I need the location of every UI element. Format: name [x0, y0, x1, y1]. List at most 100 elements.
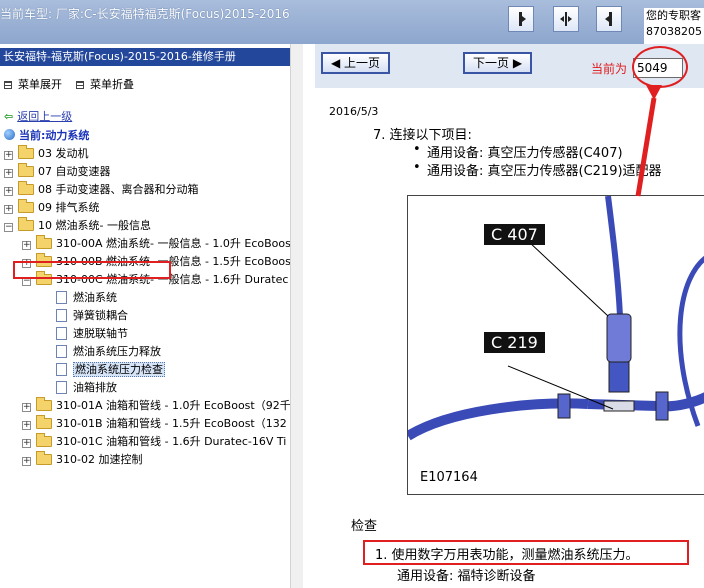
highlight-annotation [13, 261, 171, 279]
folder-icon [18, 163, 34, 177]
tree-item-label: 310-01C 油箱和管线 - 1.6升 Duratec-16V Ti [56, 435, 287, 448]
sensor-diagram-figure: C 407 C 219 E107164 [407, 195, 704, 495]
highlight-circle-annotation [632, 46, 688, 88]
contact-info: 您的专职客 87038205 [644, 8, 704, 44]
tree-item-label: 08 手动变速器、离合器和分动箱 [38, 183, 199, 196]
expand-plus-icon[interactable]: + [4, 187, 13, 196]
figure-id: E107164 [420, 470, 478, 485]
folder-icon [36, 451, 52, 465]
arrow-right-icon [519, 12, 526, 26]
document-icon [56, 363, 67, 376]
manual-title: 长安福特-福克斯(Focus)-2015-2016-维修手册 [0, 48, 292, 66]
split-arrows-icon [560, 12, 572, 26]
menu-collapse-button[interactable]: 菜单折叠 [76, 76, 134, 92]
back-link[interactable]: ⇦ 返回上一级 [4, 108, 72, 124]
menu-collapse-label: 菜单折叠 [90, 78, 134, 91]
list-icon [4, 81, 12, 89]
tree-item-manual-trans[interactable]: +08 手动变速器、离合器和分动箱 [4, 181, 199, 199]
prev-page-button[interactable]: ◀ 上一页 [321, 52, 391, 74]
folder-icon [36, 415, 52, 429]
tree-doc-fuel-system[interactable]: 燃油系统 [56, 289, 117, 307]
tree-item-fuel-system[interactable]: − 10 燃油系统- 一般信息 [4, 217, 151, 235]
next-page-button[interactable]: 下一页 ▶ [463, 52, 533, 74]
expand-plus-icon[interactable]: + [4, 169, 13, 178]
show-left-pane-button[interactable] [596, 6, 622, 32]
document-icon [56, 291, 67, 304]
contact-line-2: 87038205 [646, 25, 702, 38]
tree-doc-tank-drain[interactable]: 油箱排放 [56, 379, 117, 397]
tree-item-label: 燃油系统压力检查 [73, 362, 165, 377]
vacuum-sensor-illustration [408, 196, 704, 441]
right-triangle-icon: ▶ [509, 56, 523, 70]
arrow-left-icon [605, 12, 612, 26]
tree-item-310-01c[interactable]: +310-01C 油箱和管线 - 1.6升 Duratec-16V Ti [22, 433, 286, 451]
globe-icon [4, 129, 15, 140]
tree-item-label: 弹簧锁耦合 [73, 309, 128, 322]
expand-plus-icon[interactable]: + [4, 205, 13, 214]
tree-item-label: 10 燃油系统- 一般信息 [38, 219, 151, 232]
show-right-pane-button[interactable] [508, 6, 534, 32]
document-icon [56, 345, 67, 358]
tree-doc-quick-connect[interactable]: 速脱联轴节 [56, 325, 128, 343]
tree-item-exhaust[interactable]: +09 排气系统 [4, 199, 100, 217]
tree-item-label: 09 排气系统 [38, 201, 100, 214]
document-icon [56, 381, 67, 394]
prev-page-label: 上一页 [344, 56, 381, 70]
current-vehicle-title: 当前车型: 厂家:C-长安福特福克斯(Focus)2015-2016 [0, 7, 290, 21]
tree-item-auto-trans[interactable]: +07 自动变速器 [4, 163, 111, 181]
expand-plus-icon[interactable]: + [22, 421, 31, 430]
folder-icon [18, 145, 34, 159]
tree-item-label: 燃油系统压力释放 [73, 345, 161, 358]
document-pane: ◀ 上一页 下一页 ▶ 当前为 2016/5/3 7. 连接以下项目: 通用设备… [315, 44, 704, 588]
expand-plus-icon[interactable]: + [22, 439, 31, 448]
left-scrollbar[interactable] [290, 44, 303, 588]
expand-plus-icon[interactable]: + [22, 241, 31, 250]
folder-icon [18, 199, 34, 213]
tree-item-label: 速脱联轴节 [73, 327, 128, 340]
callout-c407: C 407 [484, 224, 545, 245]
split-view-button[interactable] [553, 6, 579, 32]
collapse-minus-icon[interactable]: − [4, 223, 13, 232]
tree-item-310-01b[interactable]: +310-01B 油箱和管线 - 1.5升 EcoBoost（132 [22, 415, 287, 433]
check-heading: 检查 [351, 519, 378, 534]
step-1-text: 1. 使用数字万用表功能，测量燃油系统压力。 [375, 548, 639, 563]
tree-item-310-02[interactable]: +310-02 加速控制 [22, 451, 142, 469]
menu-expand-label: 菜单展开 [18, 78, 62, 91]
back-link-label: 返回上一级 [17, 110, 73, 123]
document-icon [56, 327, 67, 340]
folder-icon [18, 181, 34, 195]
folder-icon [36, 397, 52, 411]
expand-plus-icon[interactable]: + [22, 403, 31, 412]
tree-item-label: 310-00A 燃油系统- 一般信息 - 1.0升 EcoBoost [56, 237, 296, 250]
tree-item-310-00a[interactable]: +310-00A 燃油系统- 一般信息 - 1.0升 EcoBoost [22, 235, 295, 253]
tree-doc-pressure-release[interactable]: 燃油系统压力释放 [56, 343, 161, 361]
folder-open-icon [18, 217, 34, 231]
tree-doc-spring-lock[interactable]: 弹簧锁耦合 [56, 307, 128, 325]
expand-plus-icon[interactable]: + [4, 151, 13, 160]
tree-doc-pressure-check[interactable]: 燃油系统压力检查 [56, 361, 165, 379]
step-1-tool: 通用设备: 福特诊断设备 [397, 569, 536, 584]
folder-icon [36, 433, 52, 447]
top-bar: 当前车型: 厂家:C-长安福特福克斯(Focus)2015-2016 您的专职客… [0, 0, 704, 44]
tree-item-label: 燃油系统 [73, 291, 117, 304]
list-icon [76, 81, 84, 89]
tree-item-label: 310-01A 油箱和管线 - 1.0升 EcoBoost（92千 [56, 399, 291, 412]
expand-plus-icon[interactable]: + [22, 457, 31, 466]
step-7-item: 通用设备: 真空压力传感器(C219)适配器 [413, 160, 662, 179]
tree-item-label: 油箱排放 [73, 381, 117, 394]
tree-item-label: 310-01B 油箱和管线 - 1.5升 EcoBoost（132 [56, 417, 287, 430]
next-page-label: 下一页 [473, 56, 510, 70]
tree-item-label: 03 发动机 [38, 147, 89, 160]
folder-icon [36, 235, 52, 249]
menu-expand-button[interactable]: 菜单展开 [4, 76, 62, 92]
tree-item-engine[interactable]: +03 发动机 [4, 145, 89, 163]
step-7-item: 通用设备: 真空压力传感器(C407) [413, 142, 623, 161]
current-system: 当前:动力系统 [4, 127, 89, 143]
tree-item-310-01a[interactable]: +310-01A 油箱和管线 - 1.0升 EcoBoost（92千 [22, 397, 291, 415]
tree-item-label: 310-02 加速控制 [56, 453, 143, 466]
callout-c219: C 219 [484, 332, 545, 353]
current-system-label: 当前:动力系统 [19, 129, 90, 142]
left-navigation-pane: 长安福特-福克斯(Focus)-2015-2016-维修手册 菜单展开 菜单折叠… [0, 44, 303, 588]
current-page-label: 当前为 [591, 62, 628, 76]
tree-item-label: 07 自动变速器 [38, 165, 111, 178]
